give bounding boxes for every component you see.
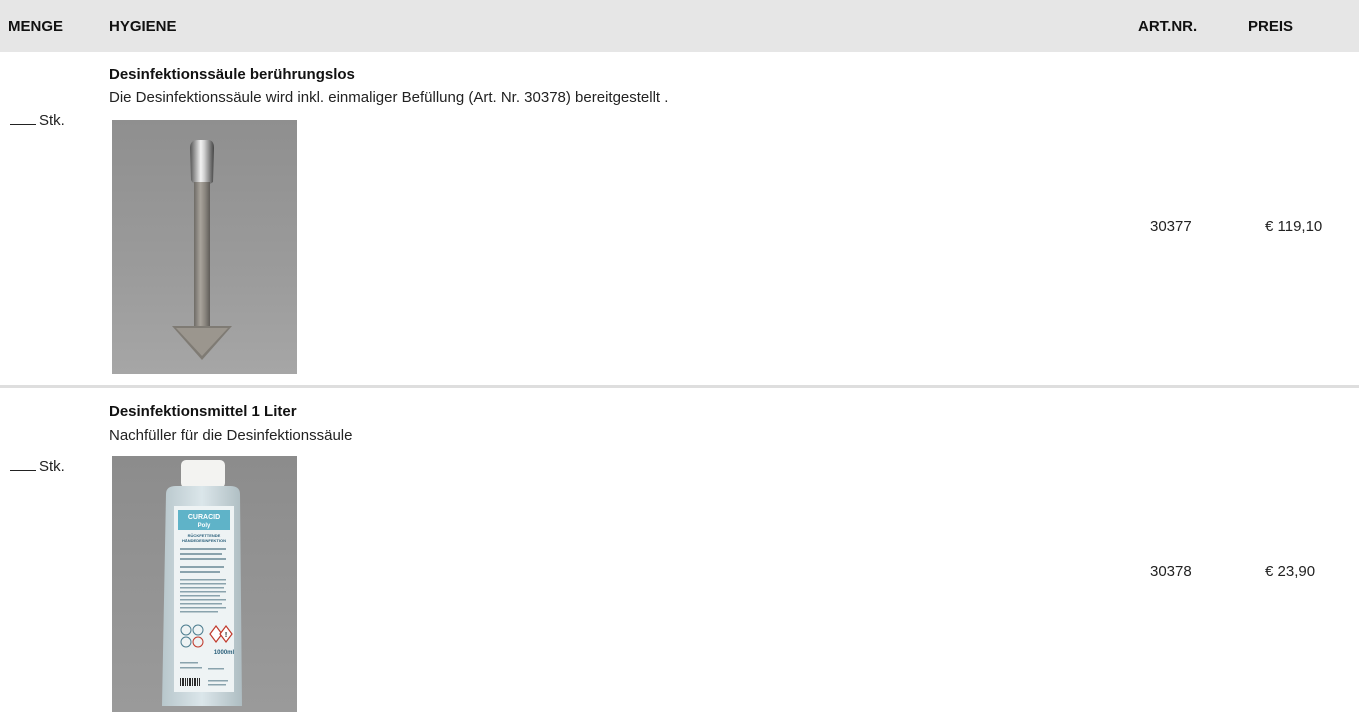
column-header-art-nr: ART.NR. xyxy=(1138,18,1198,35)
svg-text:!: ! xyxy=(225,632,227,639)
product-title: Desinfektionsmittel 1 Liter xyxy=(109,403,297,420)
column-header-preis: PREIS xyxy=(1248,18,1294,35)
product-description: Nachfüller für die Desinfektionssäule xyxy=(109,427,353,444)
quantity-field[interactable]: Stk. xyxy=(10,458,65,475)
label-volume: 1000ml xyxy=(214,650,235,656)
article-number: 30377 xyxy=(1150,218,1192,235)
quantity-field[interactable]: Stk. xyxy=(10,112,65,129)
product-title: Desinfektionssäule berührungslos xyxy=(109,66,355,83)
column-header-category: HYGIENE xyxy=(109,18,177,35)
table-header: MENGE HYGIENE ART.NR. PREIS xyxy=(0,0,1359,52)
product-description: Die Desinfektionssäule wird inkl. einmal… xyxy=(109,89,669,106)
label-brand: CURACID xyxy=(188,514,220,521)
price: € 23,90 xyxy=(1265,563,1316,580)
product-row: Stk. Desinfektionssäule berührungslos Di… xyxy=(0,52,1359,385)
article-number: 30378 xyxy=(1150,563,1192,580)
quantity-blank-line xyxy=(10,123,36,125)
column-header-menge: MENGE xyxy=(8,18,64,35)
product-row: Stk. Desinfektionsmittel 1 Liter Nachfül… xyxy=(0,388,1359,712)
product-image-disinfection-stand xyxy=(112,120,297,374)
quantity-unit: Stk. xyxy=(39,458,65,475)
product-image-disinfectant-bottle: CURACID Poly RÜCKFETTENDE HÄNDEDESINFEKT… xyxy=(112,456,297,712)
label-product: Poly xyxy=(198,523,211,529)
label-subtitle-2: HÄNDEDESINFEKTION xyxy=(182,538,226,543)
price: € 119,10 xyxy=(1265,218,1323,235)
quantity-blank-line xyxy=(10,469,36,471)
quantity-unit: Stk. xyxy=(39,112,65,129)
